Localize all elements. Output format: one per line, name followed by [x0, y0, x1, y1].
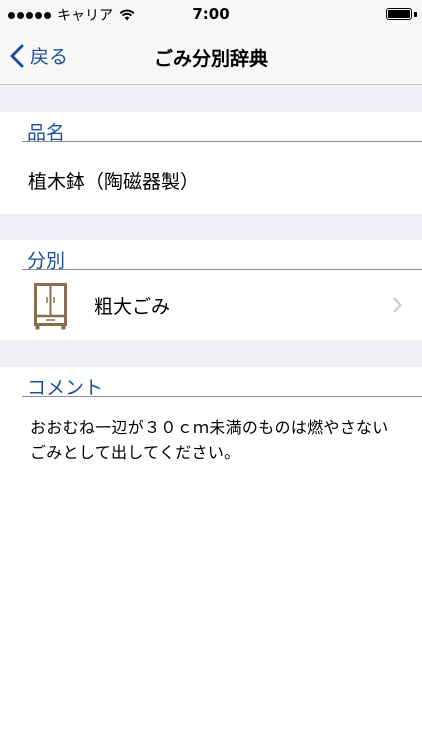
- status-time: 7:00: [192, 5, 230, 23]
- battery-icon: [386, 8, 412, 20]
- item-name-row: 植木鉢（陶磁器製）: [0, 142, 422, 214]
- comment-row: おおむね一辺が３０ｃｍ未満のものは燃やさないごみとして出してください。: [0, 397, 422, 750]
- category-value: 粗大ごみ: [94, 296, 171, 318]
- item-name-value: 植木鉢（陶磁器製）: [28, 171, 200, 193]
- section-header-item: 品名: [0, 112, 422, 144]
- section-gap: [0, 85, 422, 112]
- chevron-right-icon: [393, 297, 402, 313]
- comment-text: おおむね一辺が３０ｃｍ未満のものは燃やさないごみとして出してください。: [30, 418, 389, 462]
- page-title: ごみ分別辞典: [153, 48, 268, 70]
- section-header-comment: コメント: [0, 367, 422, 399]
- section-header-category: 分別: [0, 240, 422, 272]
- section-gap: [0, 340, 422, 367]
- navigation-bar: 戻る ごみ分別辞典: [0, 30, 422, 85]
- status-bar: キャリア 7:00: [0, 0, 422, 30]
- battery-tip: [414, 12, 417, 17]
- section-gap: [0, 214, 422, 240]
- category-row[interactable]: 粗大ごみ: [0, 270, 422, 340]
- cabinet-icon: [34, 283, 67, 330]
